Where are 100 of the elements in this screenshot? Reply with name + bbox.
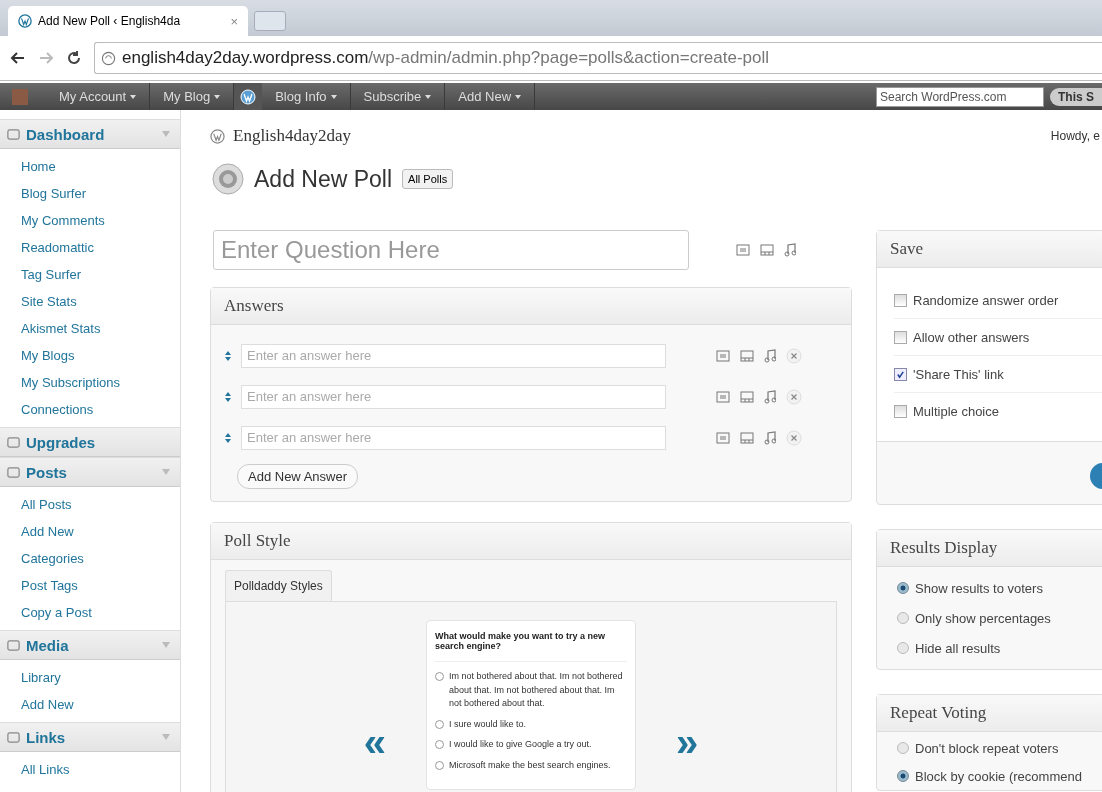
text-icon[interactable] [716,390,730,403]
sidebar-link[interactable]: Readomattic [21,234,180,261]
checkbox-label: Multiple choice [913,403,999,419]
answer-field[interactable]: Enter an answer here [241,343,666,368]
sidebar-link[interactable]: Blog Surfer [21,180,180,207]
sidebar-link[interactable]: Home [21,153,180,180]
forward-icon[interactable] [38,50,54,66]
caret-icon [130,94,137,99]
sidebar-link[interactable]: All Posts [21,491,180,518]
back-icon[interactable] [10,50,26,66]
radio-button[interactable] [897,770,909,782]
sidebar-link[interactable]: My Comments [21,207,180,234]
site-name[interactable]: English4day2day [233,126,352,146]
next-style-arrow[interactable]: » [676,720,699,765]
checkbox[interactable] [894,367,907,381]
checkbox-label: 'Share This' link [913,366,1004,382]
text-icon[interactable] [736,244,750,256]
sidebar-link[interactable]: Akismet Stats [21,315,180,342]
avatar [12,88,28,105]
add-new-answer-button[interactable]: Add New Answer [237,464,358,489]
remove-icon[interactable] [786,388,802,405]
search-button[interactable]: This S [1050,87,1102,106]
caret-icon [425,94,432,99]
admin-menu[interactable]: Add New [445,83,536,110]
image-icon[interactable] [740,431,754,444]
sidebar-link[interactable]: My Subscriptions [21,369,180,396]
sidebar-link[interactable]: Add New [21,691,180,718]
sidebar-link[interactable]: Post Tags [21,572,180,599]
checkbox-label: Randomize answer order [913,292,1059,308]
sidebar-link[interactable]: Add New [21,518,180,545]
section-icon [6,464,21,480]
sidebar-link[interactable]: My Blogs [21,342,180,369]
wordpress-logo-icon[interactable] [234,83,263,110]
checkbox[interactable] [894,293,907,307]
sidebar-link[interactable]: Tag Surfer [21,261,180,288]
tab-close-button[interactable]: × [230,13,238,29]
wordpress-logo-icon [18,14,32,28]
sidebar-link[interactable]: Categories [21,545,180,572]
panel-title: Poll Style [224,531,291,551]
music-note-icon[interactable] [764,348,776,363]
admin-menu[interactable]: Subscribe [350,83,446,110]
text-icon[interactable] [716,431,730,444]
section-icon [6,126,21,142]
radio-button[interactable] [897,642,909,654]
radio-button[interactable] [897,612,909,624]
sort-handle-icon[interactable] [225,350,231,361]
styles-tab[interactable]: Polldaddy Styles [225,570,332,601]
new-tab-button[interactable] [254,11,286,31]
radio-button[interactable] [897,742,909,754]
checkbox[interactable] [894,330,907,344]
section-icon [6,637,21,653]
all-polls-button[interactable]: All Polls [402,169,454,189]
remove-icon[interactable] [786,429,802,446]
music-note-icon[interactable] [764,430,776,445]
radio-label: Don't block repeat voters [915,740,1059,756]
sidebar-section[interactable]: Upgrades [0,427,180,457]
poll-icon [212,163,244,195]
image-icon[interactable] [740,349,754,362]
radio-label: Only show percentages [915,610,1051,626]
previous-style-arrow[interactable]: « [363,720,386,765]
image-icon[interactable] [760,244,774,256]
wordpress-logo-icon [210,128,225,144]
music-note-icon[interactable] [764,389,776,404]
toggle-arrow-icon[interactable] [162,469,170,475]
sidebar-link[interactable]: Library [21,664,180,691]
search-field[interactable]: Search WordPress.com [876,86,1044,107]
answer-field[interactable]: Enter an answer here [241,425,666,450]
radio-label: Block by cookie (recommend [915,768,1082,784]
greeting[interactable]: Howdy, e [1050,129,1100,143]
admin-menu[interactable]: Blog Info [262,83,351,110]
sidebar-section[interactable]: Links [0,722,180,752]
sidebar-link[interactable]: Connections [21,396,180,423]
section-icon [6,434,21,450]
sidebar-link[interactable]: Copy a Post [21,599,180,626]
sort-handle-icon[interactable] [225,391,231,402]
text-icon[interactable] [716,349,730,362]
admin-menu[interactable]: My Account [46,83,151,110]
answer-field[interactable]: Enter an answer here [241,384,666,409]
browser-tab[interactable]: Add New Poll ‹ English4da × [8,6,248,36]
image-icon[interactable] [740,390,754,403]
toggle-arrow-icon[interactable] [162,734,170,740]
sort-handle-icon[interactable] [225,432,231,443]
remove-icon[interactable] [786,347,802,364]
sidebar-section[interactable]: Dashboard [0,119,180,149]
address-bar[interactable]: english4day2day.wordpress.com/wp-admin/admin.php?page=polls&action=create-poll [94,42,1102,74]
reload-icon[interactable] [66,50,82,66]
music-note-icon[interactable] [784,243,796,257]
toggle-arrow-icon[interactable] [162,131,170,137]
checkbox-label: Allow other answers [913,329,1030,345]
question-field[interactable]: Enter Question Here [213,230,689,270]
checkbox[interactable] [894,404,907,418]
page-title: Add New Poll [254,165,393,193]
panel-title: Results Display [890,538,998,558]
toggle-arrow-icon[interactable] [162,642,170,648]
sidebar-section[interactable]: Media [0,630,180,660]
sidebar-link[interactable]: Site Stats [21,288,180,315]
sidebar-section[interactable]: Posts [0,457,180,487]
sidebar-link[interactable]: All Links [21,756,180,783]
radio-button[interactable] [897,582,909,594]
radio-label: Show results to voters [915,580,1043,596]
